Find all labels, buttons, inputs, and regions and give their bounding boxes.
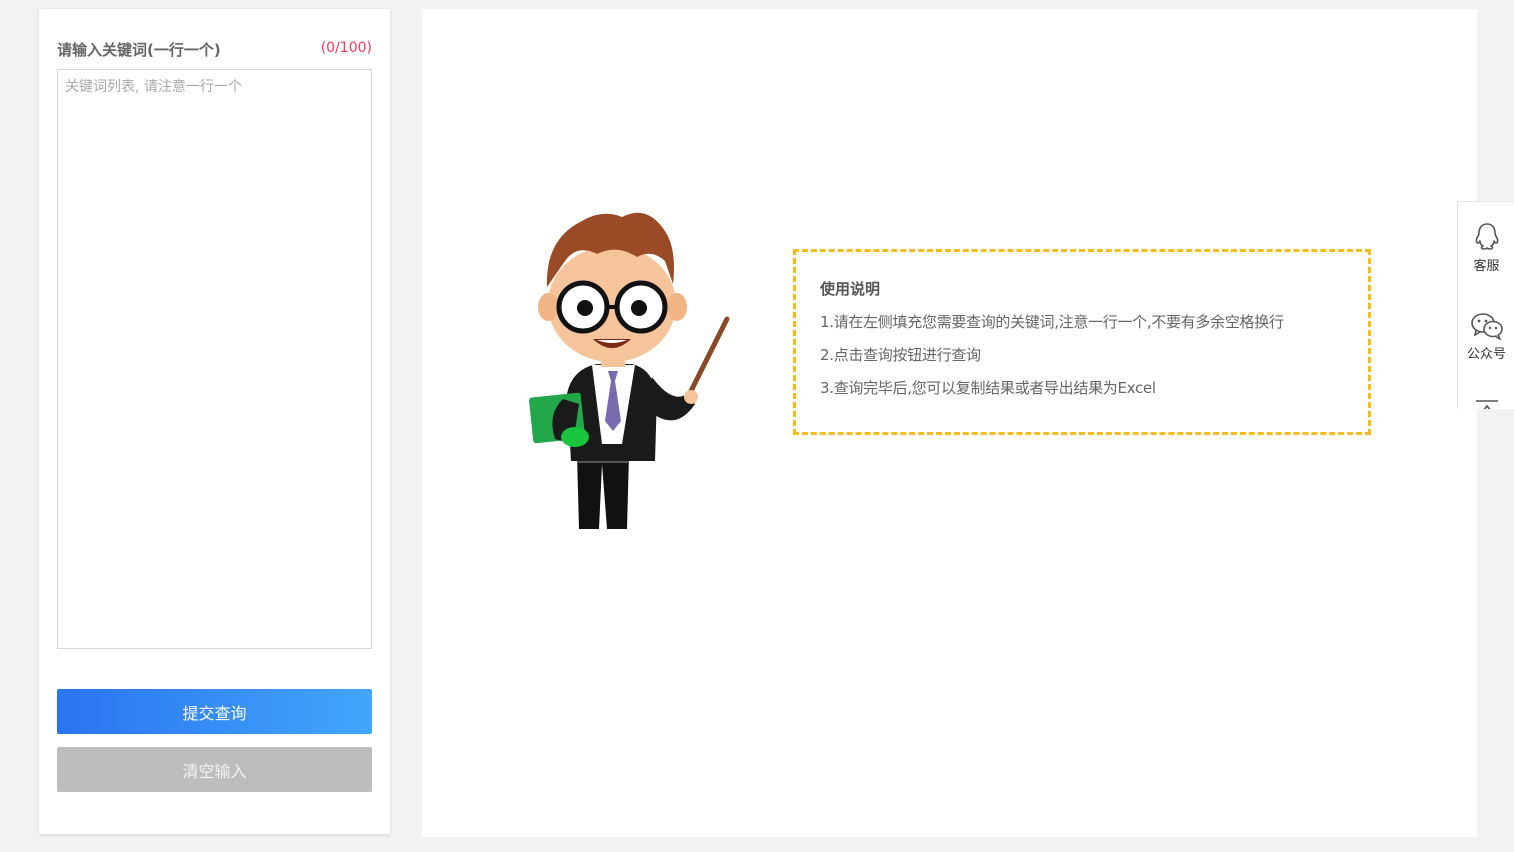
floating-sidebar: 客服 公众号 bbox=[1457, 201, 1514, 409]
usage-instructions-box: 使用说明 1.请在左侧填充您需要查询的关键词,注意一行一个,不要有多余空格换行 … bbox=[793, 249, 1371, 435]
keyword-input-panel: 请输入关键词(一行一个) (0/100) 提交查询 清空输入 bbox=[39, 9, 390, 834]
keyword-counter: (0/100) bbox=[320, 40, 372, 56]
usage-step-3: 3.查询完毕后,您可以复制结果或者导出结果为Excel bbox=[820, 379, 1156, 397]
result-panel: 使用说明 1.请在左侧填充您需要查询的关键词,注意一行一个,不要有多余空格换行 … bbox=[422, 9, 1477, 837]
wechat-icon bbox=[1470, 313, 1503, 340]
customer-service-button[interactable]: 客服 bbox=[1458, 222, 1514, 274]
official-account-label: 公众号 bbox=[1466, 347, 1506, 362]
keyword-textarea[interactable] bbox=[57, 69, 372, 649]
clear-input-button[interactable]: 清空输入 bbox=[57, 747, 372, 792]
teacher-illustration bbox=[529, 212, 730, 529]
input-title: 请输入关键词(一行一个) bbox=[57, 41, 221, 59]
submit-query-button[interactable]: 提交查询 bbox=[57, 689, 372, 734]
qq-icon bbox=[1475, 223, 1498, 250]
usage-title: 使用说明 bbox=[820, 280, 881, 298]
back-to-top-icon bbox=[1475, 400, 1498, 409]
usage-step-2: 2.点击查询按钮进行查询 bbox=[820, 346, 981, 364]
back-to-top-button[interactable] bbox=[1458, 398, 1514, 409]
official-account-button[interactable]: 公众号 bbox=[1458, 312, 1514, 362]
customer-service-label: 客服 bbox=[1473, 259, 1500, 274]
usage-step-1: 1.请在左侧填充您需要查询的关键词,注意一行一个,不要有多余空格换行 bbox=[820, 313, 1284, 331]
